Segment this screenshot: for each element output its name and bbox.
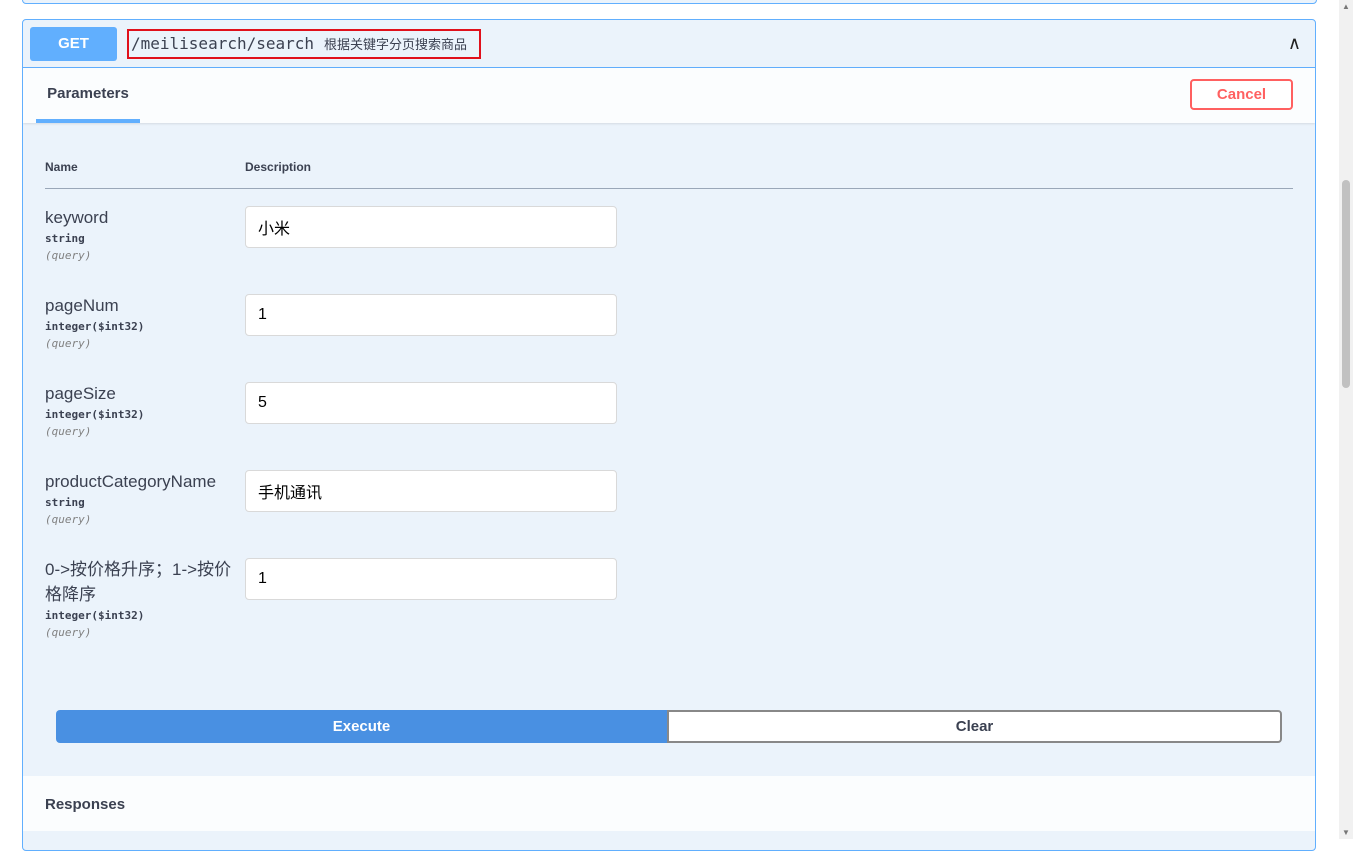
parameter-input[interactable]: 小米 (245, 206, 617, 248)
operation-path-highlight: /meilisearch/search 根据关键字分页搜索商品 (127, 29, 481, 59)
operation-summary: 根据关键字分页搜索商品 (324, 34, 467, 53)
parameter-name: keyword (45, 205, 245, 230)
chevron-up-icon[interactable]: ∧ (1288, 33, 1301, 54)
description-header: Description (245, 160, 311, 174)
parameter-input[interactable]: 1 (245, 558, 617, 600)
parameter-type: integer($int32) (45, 609, 245, 622)
parameter-row: 0->按价格升序；1->按价格降序 integer($int32) (query) 1 (45, 541, 1293, 671)
scroll-down-icon[interactable]: ▼ (1342, 828, 1350, 837)
tab-parameters[interactable]: Parameters (36, 68, 140, 123)
parameter-location: (query) (45, 626, 245, 639)
responses-heading: Responses (23, 776, 1315, 831)
parameter-location: (query) (45, 425, 245, 438)
parameter-row: productCategoryName string (query)手机通讯 (45, 453, 1293, 541)
scroll-up-icon[interactable]: ▲ (1342, 2, 1350, 11)
parameter-row: keyword string (query)小米 (45, 189, 1293, 277)
operation-path: /meilisearch/search (131, 34, 314, 53)
name-header: Name (45, 160, 245, 174)
operation-block: GET /meilisearch/search 根据关键字分页搜索商品 ∧ Pa… (22, 19, 1316, 851)
parameter-location: (query) (45, 513, 245, 526)
scrollbar[interactable]: ▲ ▼ (1339, 0, 1353, 839)
scrollbar-thumb[interactable] (1342, 180, 1350, 388)
clear-button[interactable]: Clear (667, 710, 1282, 743)
tab-bar: Parameters Cancel (23, 68, 1315, 123)
parameters-table: NameDescription keywordstring(query)小米pa… (23, 123, 1315, 671)
parameter-type: string (45, 232, 245, 245)
execute-button[interactable]: Execute (56, 710, 667, 743)
parameter-type: integer($int32) (45, 408, 245, 421)
parameter-name: productCategoryName (45, 469, 245, 494)
parameter-location: (query) (45, 249, 245, 262)
previous-operation (22, 0, 1317, 4)
method-badge: GET (30, 27, 117, 61)
parameter-location: (query) (45, 337, 245, 350)
parameter-name: 0->按价格升序；1->按价格降序 (45, 557, 245, 607)
parameter-input[interactable]: 1 (245, 294, 617, 336)
parameter-name: pageNum (45, 293, 245, 318)
parameter-name: pageSize (45, 381, 245, 406)
operation-header[interactable]: GET /meilisearch/search 根据关键字分页搜索商品 ∧ (23, 20, 1315, 68)
parameter-row: pageSize integer($int32) (query)5 (45, 365, 1293, 453)
parameter-input[interactable]: 手机通讯 (245, 470, 617, 512)
parameter-type: integer($int32) (45, 320, 245, 333)
parameter-row: pageNum integer($int32) (query)1 (45, 277, 1293, 365)
parameter-type: string (45, 496, 245, 509)
parameter-input[interactable]: 5 (245, 382, 617, 424)
cancel-button[interactable]: Cancel (1190, 79, 1293, 110)
